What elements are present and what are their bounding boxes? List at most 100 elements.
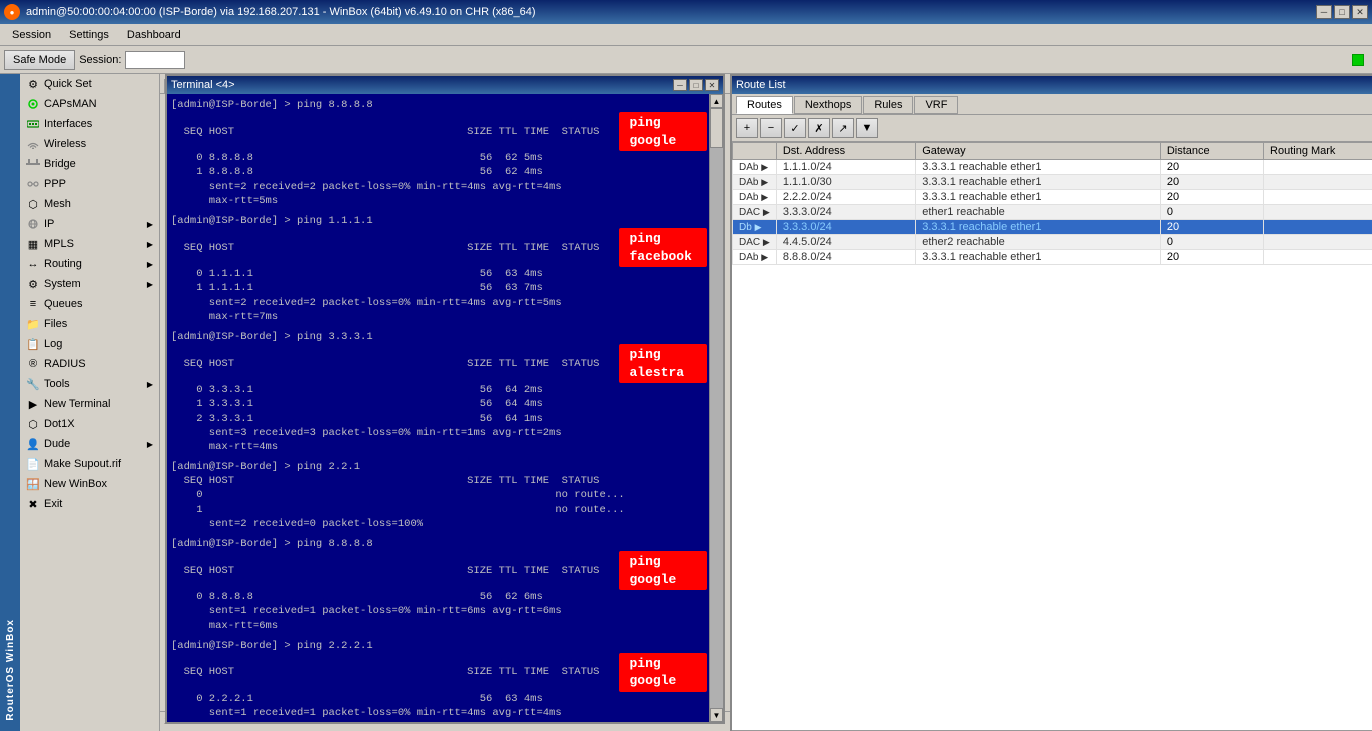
route-filter-btn[interactable]: ▼	[856, 118, 878, 138]
sidebar-item-quickset[interactable]: ⚙ Quick Set	[20, 74, 159, 94]
col-distance[interactable]: Distance	[1160, 143, 1263, 160]
ping2-label: ping facebook	[619, 228, 707, 267]
sidebar-item-makesupout[interactable]: 📄 Make Supout.rif	[20, 454, 159, 474]
terminal-header2: SEQ HOST SIZE TTL TIME STATUS	[171, 241, 599, 255]
terminal-body[interactable]: [admin@ISP-Borde] > ping 8.8.8.8 SEQ HOS…	[167, 94, 723, 722]
table-row[interactable]: DAb ▶ 2.2.2.0/24 3.3.3.1 reachable ether…	[733, 190, 1372, 205]
sidebar-item-dude[interactable]: 👤 Dude ▶	[20, 434, 159, 454]
tab-vrf[interactable]: VRF	[914, 96, 958, 114]
minimize-button[interactable]: ─	[1316, 5, 1332, 19]
table-row[interactable]: DAC ▶ 3.3.3.0/24 ether1 reachable 0 3.3.…	[733, 205, 1372, 220]
terminal-window: Terminal <4> ─ □ ✕ [admin@ISP-Borde] > p…	[165, 74, 725, 724]
row-dst: 1.1.1.0/30	[776, 175, 915, 190]
menu-bar: Session Settings Dashboard	[0, 24, 1372, 46]
exit-icon: ✖	[26, 497, 40, 511]
bridge-icon	[26, 157, 40, 171]
newwinbox-icon: 🪟	[26, 477, 40, 491]
sidebar-item-system[interactable]: ⚙ System ▶	[20, 274, 159, 294]
title-bar-buttons: ─ □ ✕	[1316, 5, 1368, 19]
table-row[interactable]: DAb ▶ 1.1.1.0/30 3.3.3.1 reachable ether…	[733, 175, 1372, 190]
maximize-button[interactable]: □	[1334, 5, 1350, 19]
safe-mode-button[interactable]: Safe Mode	[4, 50, 75, 70]
sidebar-item-radius[interactable]: ® RADIUS	[20, 354, 159, 374]
row-mark	[1264, 235, 1372, 250]
sidebar-item-tools[interactable]: 🔧 Tools ▶	[20, 374, 159, 394]
sidebar-item-ppp[interactable]: PPP	[20, 174, 159, 194]
row-dst: 3.3.3.0/24	[776, 205, 915, 220]
row-gateway: ether2 reachable	[916, 235, 1161, 250]
sidebar-item-dot1x[interactable]: ⬡ Dot1X	[20, 414, 159, 434]
route-enable-btn[interactable]: ✓	[784, 118, 806, 138]
row-type: DAC ▶	[733, 205, 777, 220]
row-distance: 0	[1160, 205, 1263, 220]
sidebar-item-ip[interactable]: IP ▶	[20, 214, 159, 234]
table-row[interactable]: DAb ▶ 8.8.8.0/24 3.3.3.1 reachable ether…	[733, 250, 1372, 265]
sidebar-item-bridge[interactable]: Bridge	[20, 154, 159, 174]
sidebar-item-queues[interactable]: ≡ Queues	[20, 294, 159, 314]
row-mark	[1264, 205, 1372, 220]
tab-rules[interactable]: Rules	[863, 96, 913, 114]
sidebar-item-mesh[interactable]: ⬡ Mesh	[20, 194, 159, 214]
menu-session[interactable]: Session	[4, 27, 59, 43]
terminal-l1-1: 0 8.8.8.8 56 62 5ms	[171, 151, 707, 165]
route-remove-btn[interactable]: −	[760, 118, 782, 138]
scroll-track	[710, 108, 723, 708]
terminal-header5: SEQ HOST SIZE TTL TIME STATUS	[171, 564, 599, 578]
row-type: DAb ▶	[733, 250, 777, 265]
sidebar-item-files[interactable]: 📁 Files	[20, 314, 159, 334]
radius-icon: ®	[26, 357, 40, 371]
system-arrow: ▶	[147, 280, 153, 289]
row-type: DAb ▶	[733, 175, 777, 190]
row-dst: 2.2.2.0/24	[776, 190, 915, 205]
tab-nexthops[interactable]: Nexthops	[794, 96, 862, 114]
terminal-minimize[interactable]: ─	[673, 79, 687, 91]
row-distance: 20	[1160, 190, 1263, 205]
menu-settings[interactable]: Settings	[61, 27, 117, 43]
terminal-ping3-row: SEQ HOST SIZE TTL TIME STATUS ping alest…	[171, 344, 707, 383]
scroll-down-btn[interactable]: ▼	[710, 708, 723, 722]
terminal-titlebar: Terminal <4> ─ □ ✕	[167, 76, 723, 94]
row-dst: 3.3.3.0/24	[776, 220, 915, 235]
scroll-thumb[interactable]	[710, 108, 723, 148]
route-copy-btn[interactable]: ↗	[832, 118, 854, 138]
table-row[interactable]: DAb ▶ 1.1.1.0/24 3.3.3.1 reachable ether…	[733, 160, 1372, 175]
terminal-maximize[interactable]: □	[689, 79, 703, 91]
close-button[interactable]: ✕	[1352, 5, 1368, 19]
route-toolbar: + − ✓ ✗ ↗ ▼ all	[732, 115, 1372, 142]
route-add-btn[interactable]: +	[736, 118, 758, 138]
col-dst[interactable]: Dst. Address	[776, 143, 915, 160]
terminal-max1: max-rtt=5ms	[171, 194, 707, 208]
col-mark[interactable]: Routing Mark	[1264, 143, 1372, 160]
menu-dashboard[interactable]: Dashboard	[119, 27, 189, 43]
scroll-up-btn[interactable]: ▲	[710, 94, 723, 108]
interfaces-icon	[26, 117, 40, 131]
table-row[interactable]: DAC ▶ 4.4.5.0/24 ether2 reachable 0 4.4.…	[733, 235, 1372, 250]
col-gateway[interactable]: Gateway	[916, 143, 1161, 160]
terminal-cmd3: [admin@ISP-Borde] > ping 3.3.3.1	[171, 330, 707, 344]
route-titlebar: Route List ─ □ ✕	[732, 76, 1372, 94]
sidebar-item-routing[interactable]: ↔ Routing ▶	[20, 254, 159, 274]
terminal-ping6-row: SEQ HOST SIZE TTL TIME STATUS ping googl…	[171, 653, 707, 692]
route-disable-btn[interactable]: ✗	[808, 118, 830, 138]
session-input[interactable]	[125, 51, 185, 69]
sidebar-item-interfaces[interactable]: Interfaces	[20, 114, 159, 134]
route-tabs: Routes Nexthops Rules VRF	[732, 94, 1372, 115]
terminal-close[interactable]: ✕	[705, 79, 719, 91]
sidebar-item-capsman[interactable]: CAPsMAN	[20, 94, 159, 114]
sidebar-item-log[interactable]: 📋 Log	[20, 334, 159, 354]
terminal-cmd2: [admin@ISP-Borde] > ping 1.1.1.1	[171, 214, 707, 228]
tab-routes[interactable]: Routes	[736, 96, 793, 114]
sidebar-item-wireless[interactable]: Wireless	[20, 134, 159, 154]
sidebar-item-newwinbox[interactable]: 🪟 New WinBox	[20, 474, 159, 494]
terminal-cmd5: [admin@ISP-Borde] > ping 8.8.8.8	[171, 537, 707, 551]
row-dst: 4.4.5.0/24	[776, 235, 915, 250]
terminal-l3-3: 2 3.3.3.1 56 64 1ms	[171, 412, 707, 426]
row-mark	[1264, 220, 1372, 235]
terminal-max5: max-rtt=6ms	[171, 619, 707, 633]
terminal-scrollbar[interactable]: ▲ ▼	[709, 94, 723, 722]
table-row[interactable]: Db ▶ 3.3.3.0/24 3.3.3.1 reachable ether1…	[733, 220, 1372, 235]
sidebar-item-newterminal[interactable]: ▶ New Terminal	[20, 394, 159, 414]
sidebar-item-mpls[interactable]: ▦ MPLS ▶	[20, 234, 159, 254]
terminal-ping2-row: SEQ HOST SIZE TTL TIME STATUS ping faceb…	[171, 228, 707, 267]
sidebar-item-exit[interactable]: ✖ Exit	[20, 494, 159, 514]
